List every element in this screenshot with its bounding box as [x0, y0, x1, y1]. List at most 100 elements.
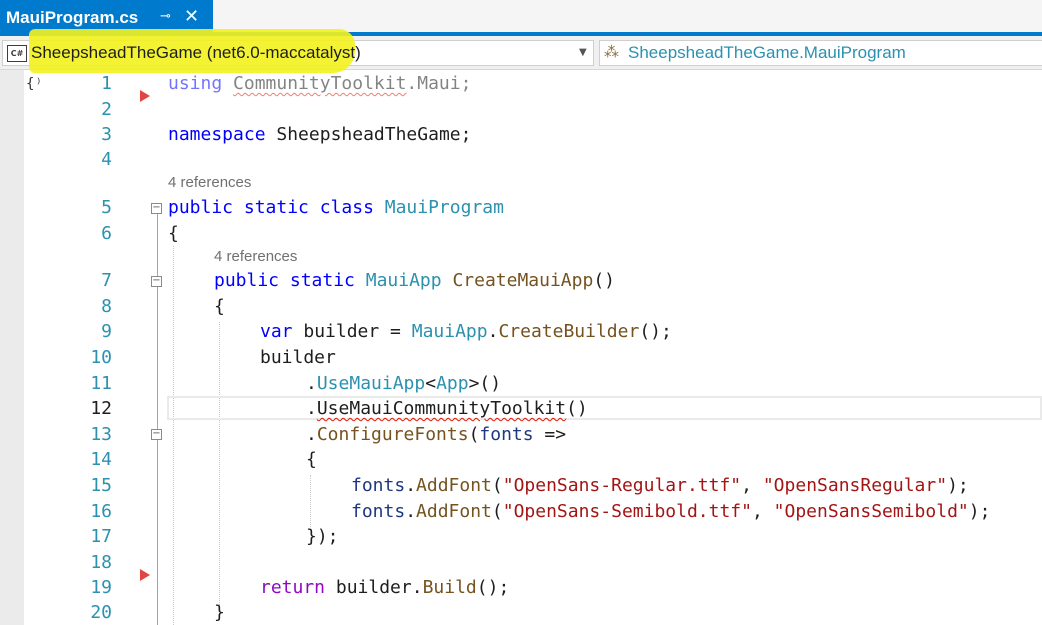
line-number: 9	[101, 321, 112, 342]
code-line-16[interactable]: fonts.AddFont("OpenSans-Semibold.ttf", "…	[351, 501, 990, 522]
line-number: 14	[90, 449, 112, 470]
current-line-highlight	[167, 396, 1042, 420]
outline-line	[157, 440, 158, 625]
line-number: 16	[90, 501, 112, 522]
punctuation: .	[487, 321, 499, 342]
close-icon[interactable]: ✕	[184, 6, 199, 27]
method-name: AddFont	[416, 475, 492, 496]
code-line-13[interactable]: .ConfigureFonts(fonts =>	[306, 424, 566, 445]
keyword: var	[260, 321, 293, 342]
punctuation: .Maui;	[406, 73, 472, 94]
codelens-references[interactable]: 4 references	[168, 174, 251, 191]
line-number: 18	[90, 552, 112, 573]
pin-icon[interactable]: ⊸	[160, 9, 171, 24]
line-number: 8	[101, 296, 112, 317]
editor-left-margin	[0, 70, 24, 625]
tab-title: MauiProgram.cs	[6, 8, 139, 27]
type-name: App	[436, 373, 469, 394]
code-line-14[interactable]: {	[306, 449, 317, 470]
line-number: 6	[101, 223, 112, 244]
punctuation: ,	[751, 501, 774, 522]
breakpoint-arrow-icon[interactable]	[140, 569, 150, 581]
type-dropdown[interactable]: ⁂ SheepsheadTheGame.MauiProgram	[599, 40, 1042, 66]
method-name: ConfigureFonts	[316, 424, 469, 445]
string-literal: "OpenSans-Semibold.ttf"	[502, 501, 752, 522]
punctuation: ,	[741, 475, 763, 496]
code-line-11[interactable]: .UseMauiApp<App>()	[306, 373, 501, 394]
code-line-6[interactable]: {	[168, 223, 179, 244]
line-number: 3	[101, 124, 112, 145]
method-name: UseMauiApp	[316, 373, 426, 394]
method-name: AddFont	[416, 501, 492, 522]
operator: =>	[533, 424, 567, 445]
code-line-9[interactable]: var builder = MauiApp.CreateBuilder();	[260, 321, 672, 342]
punctuation: ()	[566, 398, 588, 419]
punctuation: ()	[593, 270, 616, 291]
code-line-5[interactable]: public static class MauiProgram	[168, 197, 504, 218]
collapse-icon[interactable]: −	[151, 203, 162, 214]
keyword: using	[168, 73, 223, 94]
indent-guide	[310, 475, 311, 527]
indent-guide	[219, 322, 220, 605]
variable: builder =	[292, 321, 412, 342]
code-line-10[interactable]: builder	[260, 347, 336, 368]
namespace-token: CommunityToolkit	[233, 73, 407, 94]
keyword: public static class	[168, 197, 374, 218]
code-line-3[interactable]: namespace SheepsheadTheGame;	[168, 124, 471, 145]
navigation-bar: C# SheepsheadTheGame (net6.0-maccatalyst…	[0, 29, 1042, 73]
class-name: MauiProgram	[384, 197, 504, 218]
string-literal: "OpenSans-Regular.ttf"	[502, 475, 742, 496]
code-line-20[interactable]: }	[214, 602, 225, 623]
punctuation: .	[405, 475, 417, 496]
punctuation: );	[968, 501, 991, 522]
code-line-7[interactable]: public static MauiApp CreateMauiApp()	[214, 270, 615, 291]
chevron-down-icon[interactable]: ▼	[579, 47, 587, 58]
collapse-icon[interactable]: −	[151, 276, 162, 287]
code-line-12[interactable]: .UseMauiCommunityToolkit()	[306, 398, 588, 419]
parameter: fonts	[351, 475, 406, 496]
keyword: return	[260, 577, 326, 598]
type-name: MauiApp	[411, 321, 488, 342]
breakpoint-arrow-icon[interactable]	[140, 90, 150, 102]
line-number-current: 12	[90, 398, 112, 419]
variable: builder.	[325, 577, 423, 598]
code-line-19[interactable]: return builder.Build();	[260, 577, 509, 598]
method-name: CreateBuilder	[498, 321, 640, 342]
line-number: 1	[101, 73, 112, 94]
project-label: SheepsheadTheGame (net6.0-maccatalyst)	[31, 43, 361, 62]
punctuation: ();	[476, 577, 510, 598]
parameter: fonts	[351, 501, 406, 522]
code-line-1[interactable]: using CommunityToolkit.Maui;	[168, 73, 471, 94]
code-line-17[interactable]: });	[306, 526, 339, 547]
project-dropdown[interactable]: C# SheepsheadTheGame (net6.0-maccatalyst…	[2, 29, 594, 73]
code-line-8[interactable]: {	[214, 296, 225, 317]
method-name: UseMauiCommunityToolkit	[316, 398, 567, 419]
namespace-name: SheepsheadTheGame;	[265, 124, 472, 145]
line-number: 19	[90, 577, 112, 598]
punctuation: (	[468, 424, 480, 445]
punctuation: <	[425, 373, 437, 394]
punctuation: >()	[468, 373, 502, 394]
string-literal: "OpenSansRegular"	[762, 475, 948, 496]
keyword: namespace	[168, 124, 266, 145]
line-number: 11	[90, 373, 112, 394]
collapse-icon[interactable]: −	[151, 429, 162, 440]
code-line-15[interactable]: fonts.AddFont("OpenSans-Regular.ttf", "O…	[351, 475, 969, 496]
csharp-project-icon: C#	[7, 45, 27, 62]
line-number: 17	[90, 526, 112, 547]
codelens-references[interactable]: 4 references	[214, 248, 297, 265]
punctuation: .	[306, 398, 317, 419]
outline-line	[157, 214, 158, 276]
line-number: 2	[101, 99, 112, 120]
string-literal: "OpenSansSemibold"	[773, 501, 969, 522]
line-number: 7	[101, 270, 112, 291]
punctuation: (	[491, 475, 503, 496]
type-name: MauiApp	[365, 270, 442, 291]
punctuation: .	[306, 424, 317, 445]
outline-line	[157, 287, 158, 429]
line-number: 13	[90, 424, 112, 445]
punctuation: .	[306, 373, 317, 394]
line-number: 4	[101, 149, 112, 170]
method-name: Build	[422, 577, 477, 598]
line-number: 15	[90, 475, 112, 496]
